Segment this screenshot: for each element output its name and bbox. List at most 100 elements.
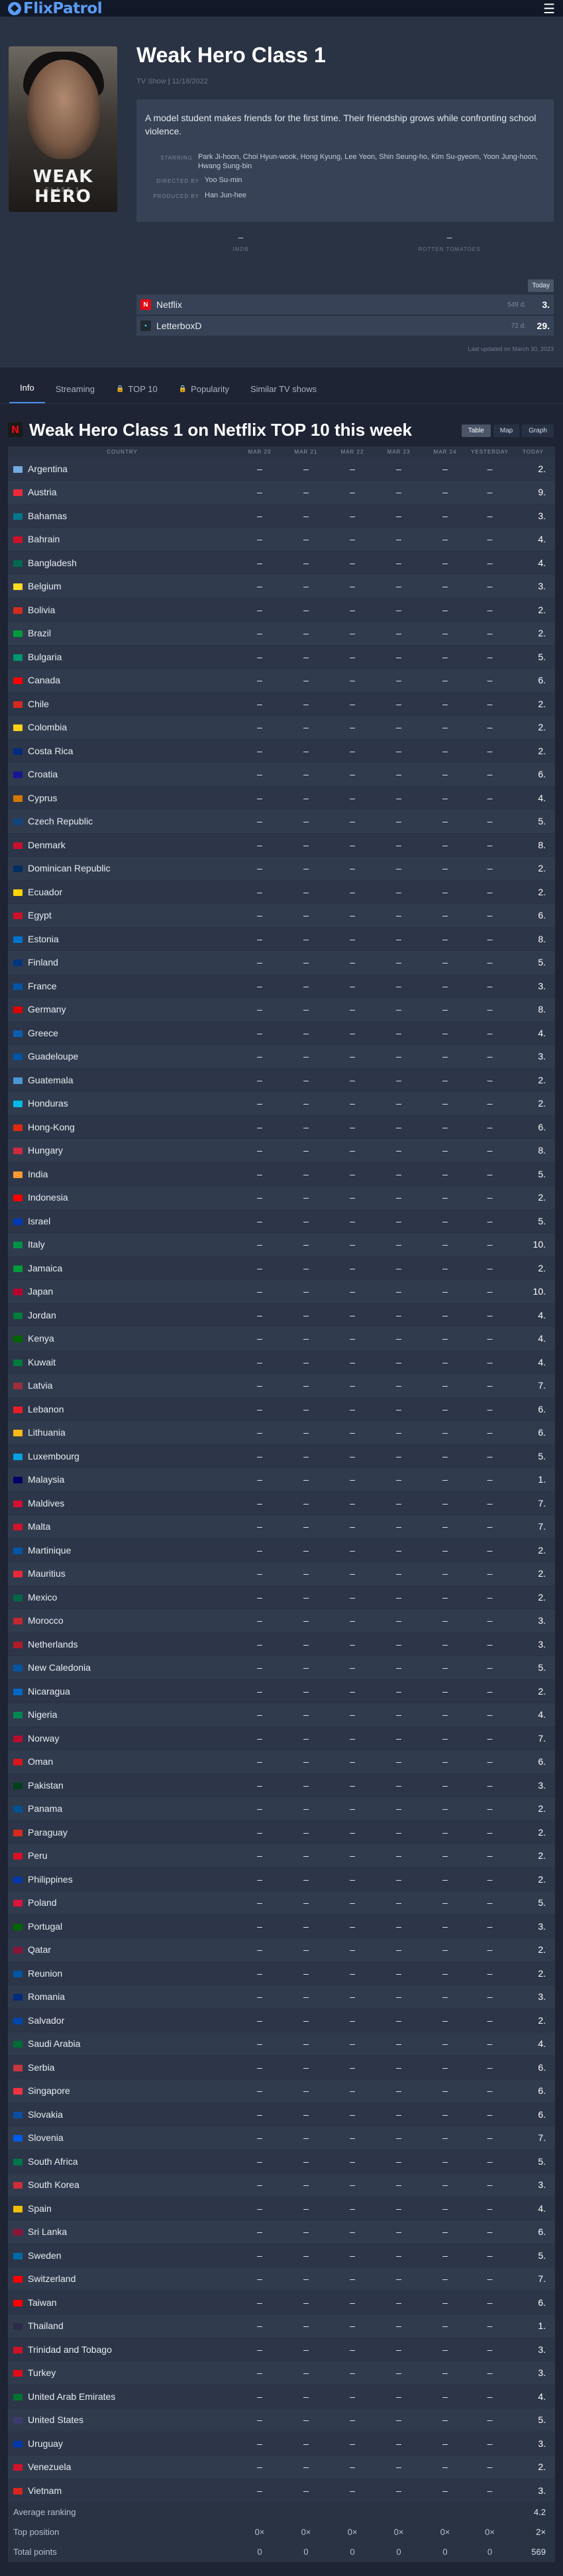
- table-row[interactable]: Philippines – – – – – –2.: [8, 1867, 555, 1891]
- country-cell[interactable]: Canada: [8, 668, 236, 693]
- country-cell[interactable]: Israel: [8, 1209, 236, 1233]
- table-row[interactable]: Latvia – – – – – –7.: [8, 1373, 555, 1398]
- tab-info[interactable]: Info: [9, 383, 45, 403]
- country-cell[interactable]: Nicaragua: [8, 1679, 236, 1703]
- table-row[interactable]: Maldives – – – – – –7.: [8, 1491, 555, 1515]
- country-cell[interactable]: Uruguay: [8, 2432, 236, 2455]
- country-cell[interactable]: Chile: [8, 692, 236, 716]
- table-row[interactable]: Bahamas – – – – – –3.: [8, 504, 555, 528]
- table-row[interactable]: Canada – – – – – –6.: [8, 668, 555, 693]
- table-row[interactable]: Mexico – – – – – –2.: [8, 1585, 555, 1609]
- table-row[interactable]: Croatia – – – – – –6.: [8, 762, 555, 787]
- table-row[interactable]: Paraguay – – – – – –2.: [8, 1820, 555, 1844]
- table-row[interactable]: Lebanon – – – – – –6.: [8, 1397, 555, 1421]
- table-row[interactable]: Slovenia – – – – – –7.: [8, 2126, 555, 2150]
- country-cell[interactable]: Spain: [8, 2197, 236, 2220]
- table-row[interactable]: Reunion – – – – – –2.: [8, 1961, 555, 1985]
- country-cell[interactable]: Reunion: [8, 1961, 236, 1985]
- country-cell[interactable]: Costa Rica: [8, 739, 236, 763]
- view-graph-button[interactable]: Graph: [522, 424, 554, 437]
- country-cell[interactable]: Kenya: [8, 1326, 236, 1351]
- table-row[interactable]: Costa Rica – – – – – –2.: [8, 739, 555, 763]
- flixpatrol-logo[interactable]: FlixPatrol: [8, 0, 103, 17]
- table-row[interactable]: Honduras – – – – – –2.: [8, 1091, 555, 1116]
- table-row[interactable]: Argentina – – – – – –2.: [8, 457, 555, 481]
- country-cell[interactable]: Lebanon: [8, 1397, 236, 1421]
- country-cell[interactable]: Sweden: [8, 2244, 236, 2267]
- table-row[interactable]: Morocco – – – – – –3.: [8, 1609, 555, 1633]
- table-row[interactable]: Japan – – – – – –10.: [8, 1279, 555, 1304]
- country-cell[interactable]: Vietnam: [8, 2479, 236, 2502]
- country-cell[interactable]: United States: [8, 2408, 236, 2432]
- country-cell[interactable]: Colombia: [8, 715, 236, 740]
- country-cell[interactable]: Lithuania: [8, 1420, 236, 1445]
- country-cell[interactable]: Philippines: [8, 1867, 236, 1891]
- country-cell[interactable]: Portugal: [8, 1914, 236, 1938]
- table-row[interactable]: Hungary – – – – – –8.: [8, 1138, 555, 1163]
- country-cell[interactable]: Singapore: [8, 2079, 236, 2103]
- table-row[interactable]: South Korea – – – – – –3.: [8, 2173, 555, 2197]
- table-row[interactable]: Bulgaria – – – – – –5.: [8, 645, 555, 669]
- country-cell[interactable]: Slovenia: [8, 2126, 236, 2150]
- table-row[interactable]: Malta – – – – – –7.: [8, 1514, 555, 1539]
- table-row[interactable]: Cyprus – – – – – –4.: [8, 786, 555, 810]
- country-cell[interactable]: South Korea: [8, 2173, 236, 2197]
- country-cell[interactable]: Kuwait: [8, 1350, 236, 1374]
- country-cell[interactable]: Mexico: [8, 1585, 236, 1609]
- tab-popularity[interactable]: 🔒 Popularity: [168, 384, 240, 403]
- country-cell[interactable]: Argentina: [8, 457, 236, 481]
- menu-icon[interactable]: ☰: [543, 1, 555, 17]
- table-row[interactable]: Panama – – – – – –2.: [8, 1797, 555, 1821]
- table-row[interactable]: Indonesia – – – – – –2.: [8, 1185, 555, 1210]
- table-row[interactable]: Estonia – – – – – –8.: [8, 927, 555, 951]
- table-row[interactable]: Switzerland – – – – – –7.: [8, 2267, 555, 2291]
- country-cell[interactable]: Maldives: [8, 1491, 236, 1515]
- country-cell[interactable]: Germany: [8, 997, 236, 1022]
- country-cell[interactable]: Egypt: [8, 903, 236, 928]
- table-row[interactable]: Taiwan – – – – – –6.: [8, 2291, 555, 2314]
- country-cell[interactable]: Malta: [8, 1514, 236, 1539]
- country-cell[interactable]: India: [8, 1162, 236, 1186]
- table-row[interactable]: Saudi Arabia – – – – – –4.: [8, 2032, 555, 2056]
- country-cell[interactable]: Bulgaria: [8, 645, 236, 669]
- country-cell[interactable]: Taiwan: [8, 2291, 236, 2314]
- table-row[interactable]: Belgium – – – – – –3.: [8, 574, 555, 599]
- table-row[interactable]: Israel – – – – – –5.: [8, 1209, 555, 1233]
- table-row[interactable]: Lithuania – – – – – –6.: [8, 1420, 555, 1445]
- table-row[interactable]: South Africa – – – – – –5.: [8, 2150, 555, 2173]
- country-cell[interactable]: Martinique: [8, 1538, 236, 1562]
- table-row[interactable]: Chile – – – – – –2.: [8, 692, 555, 716]
- table-row[interactable]: Sweden – – – – – –5.: [8, 2244, 555, 2267]
- country-cell[interactable]: Indonesia: [8, 1185, 236, 1210]
- country-cell[interactable]: Luxembourg: [8, 1444, 236, 1468]
- table-row[interactable]: Greece – – – – – –4.: [8, 1021, 555, 1045]
- country-cell[interactable]: Estonia: [8, 927, 236, 951]
- table-row[interactable]: Kuwait – – – – – –4.: [8, 1350, 555, 1374]
- country-cell[interactable]: Peru: [8, 1844, 236, 1868]
- table-row[interactable]: Uruguay – – – – – –3.: [8, 2432, 555, 2455]
- country-cell[interactable]: Trinidad and Tobago: [8, 2338, 236, 2361]
- country-cell[interactable]: Dominican Republic: [8, 856, 236, 881]
- table-row[interactable]: Netherlands – – – – – –3.: [8, 1632, 555, 1656]
- table-row[interactable]: Poland – – – – – –5.: [8, 1891, 555, 1915]
- table-row[interactable]: Bahrain – – – – – –4.: [8, 527, 555, 552]
- country-cell[interactable]: Paraguay: [8, 1820, 236, 1844]
- country-cell[interactable]: Salvador: [8, 2008, 236, 2032]
- table-row[interactable]: Kenya – – – – – –4.: [8, 1326, 555, 1351]
- country-cell[interactable]: France: [8, 974, 236, 998]
- table-row[interactable]: Qatar – – – – – –2.: [8, 1938, 555, 1962]
- country-cell[interactable]: Venezuela: [8, 2455, 236, 2479]
- country-cell[interactable]: Czech Republic: [8, 809, 236, 834]
- table-row[interactable]: Thailand – – – – – –1.: [8, 2314, 555, 2338]
- table-row[interactable]: Czech Republic – – – – – –5.: [8, 809, 555, 834]
- country-cell[interactable]: Romania: [8, 1985, 236, 2009]
- country-cell[interactable]: Bahamas: [8, 504, 236, 528]
- view-map-button[interactable]: Map: [493, 424, 520, 437]
- country-cell[interactable]: Japan: [8, 1279, 236, 1304]
- table-row[interactable]: Oman – – – – – –6.: [8, 1750, 555, 1774]
- table-row[interactable]: Spain – – – – – –4.: [8, 2197, 555, 2220]
- table-row[interactable]: Bolivia – – – – – –2.: [8, 598, 555, 622]
- country-cell[interactable]: Guadeloupe: [8, 1044, 236, 1069]
- table-row[interactable]: Singapore – – – – – –6.: [8, 2079, 555, 2103]
- table-row[interactable]: Norway – – – – – –7.: [8, 1726, 555, 1750]
